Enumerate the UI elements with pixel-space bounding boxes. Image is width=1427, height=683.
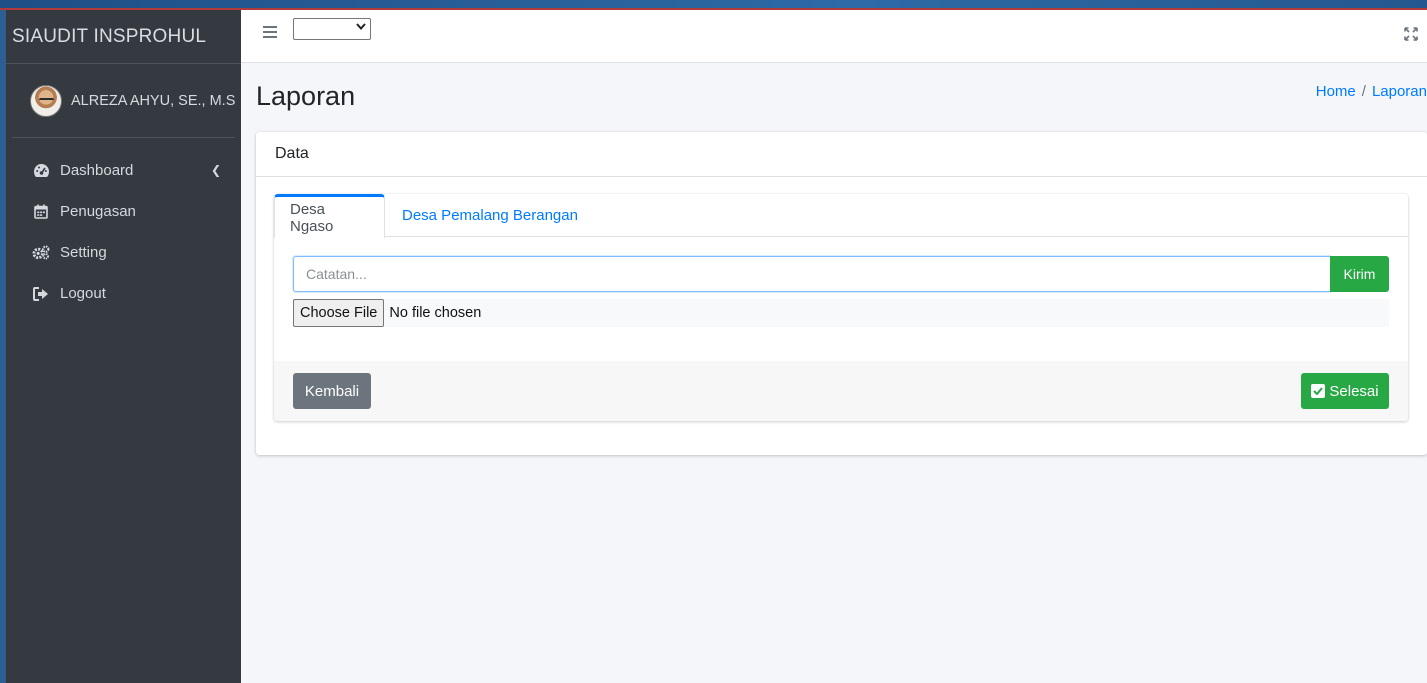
tab-bar: Desa Ngaso Desa Pemalang Berangan [274,194,1408,238]
breadcrumb-current: Laporan [1371,83,1427,100]
brand-link[interactable]: SIAUDIT INSPROHUL [6,10,241,64]
check-square-icon [1311,384,1326,398]
gears-icon [32,244,50,262]
breadcrumb-separator: / [1361,83,1366,100]
card-header: Data [256,132,1427,177]
done-button-label: Selesai [1329,382,1379,400]
tab-desa-pemalang-berangan[interactable]: Desa Pemalang Berangan [387,194,593,237]
sidebar: SIAUDIT INSPROHUL ALREZA AHYU, SE., M.Si… [6,10,241,683]
card-footer: Kembali Selesai [274,361,1408,421]
sidebar-nav: Dashboard ❮ Penugasan Setting Logout [6,138,241,314]
page-title: Laporan [256,81,356,111]
sign-out-icon [32,285,50,303]
user-name: ALREZA AHYU, SE., M.Si. Ak [71,92,235,109]
top-select[interactable] [293,18,371,40]
tab-desa-ngaso[interactable]: Desa Ngaso [274,194,385,238]
file-upload-row: Choose File No file chosen [293,299,1389,327]
sidebar-item-setting[interactable]: Setting [6,232,241,273]
back-button[interactable]: Kembali [293,373,371,409]
send-button[interactable]: Kirim [1330,256,1389,292]
expand-icon[interactable] [1403,26,1421,44]
sidebar-item-logout[interactable]: Logout [6,273,241,314]
user-panel[interactable]: ALREZA AHYU, SE., M.Si. Ak [12,64,235,138]
done-button[interactable]: Selesai [1301,373,1389,409]
card-title: Data [275,145,309,162]
tabs-card: Desa Ngaso Desa Pemalang Berangan Kirim … [274,194,1408,421]
avatar [30,84,62,117]
sidebar-item-label: Setting [60,244,107,261]
sidebar-item-penugasan[interactable]: Penugasan [6,191,241,232]
brand-text: SIAUDIT INSPROHUL [12,25,207,47]
choose-file-button[interactable]: Choose File [293,299,385,327]
calendar-icon [32,203,50,221]
note-input[interactable] [293,256,1330,292]
sidebar-item-label: Penugasan [60,203,136,220]
note-form: Kirim [293,256,1389,292]
breadcrumb: Home / Laporan [1316,83,1427,100]
sidebar-item-label: Dashboard [60,162,134,179]
breadcrumb-home-link[interactable]: Home [1316,83,1356,100]
tab-label: Desa Ngaso [290,200,334,235]
content-wrapper: Laporan Home / Laporan Data Desa Ngaso Des… [241,10,1427,683]
top-navbar [241,10,1427,63]
chevron-down-icon [356,21,366,33]
data-card: Data Desa Ngaso Desa Pemalang Berangan K… [256,132,1427,455]
sidebar-item-dashboard[interactable]: Dashboard ❮ [6,150,241,191]
dashboard-icon [32,162,50,180]
hamburger-icon[interactable] [263,26,277,38]
chevron-left-icon: ❮ [210,163,221,177]
sidebar-item-label: Logout [60,285,106,302]
file-status: No file chosen [389,305,482,321]
tab-label: Desa Pemalang Berangan [402,207,578,224]
